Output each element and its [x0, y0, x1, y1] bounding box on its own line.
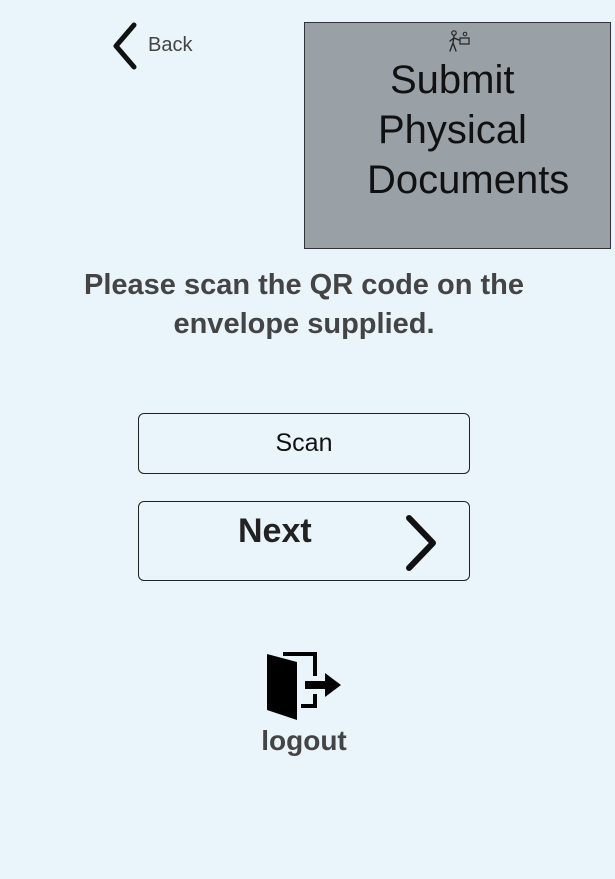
exit-door-icon [265, 646, 345, 727]
back-label: Back [148, 33, 193, 56]
next-button-label: Next [238, 512, 312, 550]
chevron-right-icon [401, 512, 441, 579]
page-title: Submit Physical Documents [305, 55, 610, 205]
title-line: Documents [367, 158, 570, 202]
logout-button[interactable]: logout [238, 640, 370, 765]
instruction-text: Please scan the QR code on the envelope … [84, 269, 524, 340]
page-title-banner: Submit Physical Documents [304, 22, 611, 249]
next-button[interactable]: Next [138, 501, 470, 581]
person-delivering-icon [445, 29, 473, 53]
title-line: Physical [378, 108, 527, 152]
scan-button[interactable]: Scan [138, 413, 470, 474]
logout-label: logout [261, 725, 347, 756]
chevron-left-icon [108, 21, 140, 71]
title-line: Submit [390, 58, 515, 102]
back-button[interactable]: Back [108, 20, 218, 72]
scan-button-label: Scan [275, 429, 333, 457]
